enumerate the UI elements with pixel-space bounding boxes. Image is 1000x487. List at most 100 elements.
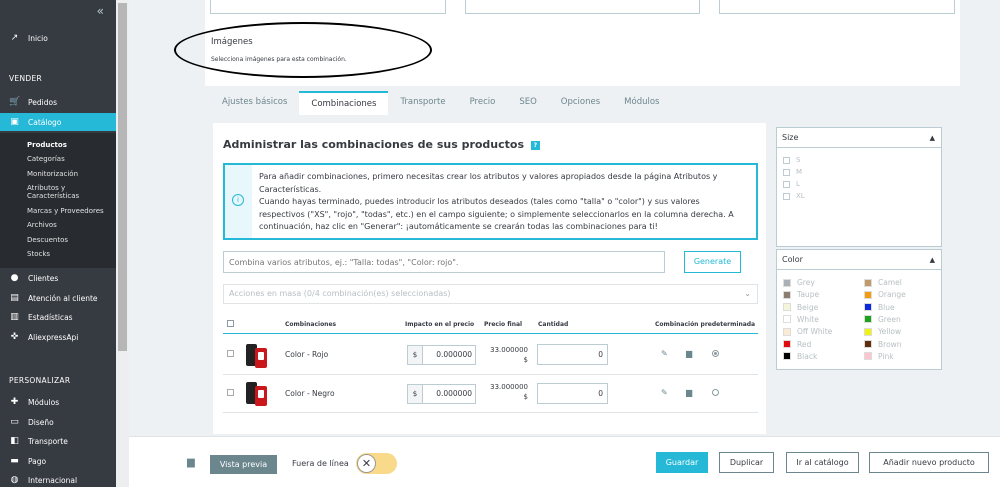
- image-slot[interactable]: [465, 0, 700, 14]
- quantity-input[interactable]: 0: [537, 383, 608, 404]
- scrollbar[interactable]: [116, 0, 129, 487]
- color-option-label: Green: [878, 314, 901, 324]
- color-option-label: Taupe: [797, 290, 820, 300]
- sidebar-item-label: Pago: [28, 456, 47, 466]
- price-impact-input[interactable]: 0.000000: [423, 384, 476, 404]
- scrollbar-thumb[interactable]: [118, 3, 127, 351]
- tab-seo[interactable]: SEO: [507, 91, 548, 115]
- duplicate-button[interactable]: Duplicar: [719, 452, 774, 473]
- color-option[interactable]: Brown: [864, 340, 902, 349]
- sidebar-item-internacional[interactable]: ◍ Internacional: [0, 471, 116, 487]
- color-option[interactable]: Green: [864, 315, 901, 324]
- size-option[interactable]: S: [783, 156, 800, 164]
- submenu-marcas[interactable]: Marcas y Proveedores: [27, 207, 104, 215]
- color-swatch: [783, 290, 791, 299]
- tab-modulos[interactable]: Módulos: [612, 91, 671, 115]
- color-option[interactable]: Orange: [864, 290, 906, 299]
- sidebar-item-catalogo[interactable]: ▣ Catálogo: [0, 113, 116, 131]
- trash-icon[interactable]: ▆: [686, 388, 692, 397]
- online-toggle[interactable]: ✕: [356, 453, 397, 474]
- tab-transporte[interactable]: Transporte: [388, 91, 457, 115]
- color-swatch: [783, 340, 791, 348]
- sidebar-item-inicio[interactable]: ↗ Inicio: [0, 29, 116, 47]
- color-option[interactable]: Off White: [783, 327, 832, 336]
- add-new-product-button[interactable]: Añadir nuevo producto: [869, 452, 989, 473]
- submenu-monitorizacion[interactable]: Monitorización: [27, 170, 78, 178]
- color-option[interactable]: Blue: [864, 303, 895, 312]
- go-to-catalog-button[interactable]: Ir al catálogo: [786, 452, 859, 473]
- submenu-productos[interactable]: Productos: [27, 141, 67, 149]
- color-option[interactable]: Black: [783, 352, 817, 361]
- tab-ajustes-basicos[interactable]: Ajustes básicos: [210, 91, 299, 115]
- color-option-label: White: [797, 314, 819, 324]
- final-price-currency: $: [523, 393, 528, 401]
- sidebar-item-label: Diseño: [28, 417, 54, 427]
- row-checkbox[interactable]: [227, 350, 234, 357]
- color-option[interactable]: Camel: [864, 278, 902, 287]
- color-option[interactable]: Taupe: [783, 290, 819, 299]
- submenu-stocks[interactable]: Stocks: [27, 250, 50, 258]
- size-panel-title: Size: [782, 133, 799, 142]
- preview-button[interactable]: Vista previa: [210, 455, 277, 474]
- sidebar-item-transporte[interactable]: ◧ Transporte: [0, 432, 116, 450]
- bulk-actions-select[interactable]: Acciones en masa (0/4 combinación(es) se…: [223, 284, 758, 304]
- color-option[interactable]: Pink: [864, 352, 894, 361]
- quantity-input[interactable]: 0: [537, 344, 608, 365]
- row-checkbox[interactable]: [227, 389, 234, 396]
- close-icon: ✕: [357, 454, 376, 473]
- default-radio[interactable]: [712, 350, 719, 357]
- color-option[interactable]: Yellow: [864, 327, 901, 336]
- submenu-atributos[interactable]: Atributos y: [27, 184, 65, 192]
- default-radio[interactable]: [712, 389, 719, 396]
- size-panel-header[interactable]: Size ▲: [777, 128, 941, 148]
- delete-product-icon[interactable]: ▆: [187, 457, 195, 468]
- sidebar-item-pago[interactable]: ▬ Pago: [0, 452, 116, 470]
- color-swatch: [864, 327, 872, 336]
- final-price-value: 33.000000: [490, 383, 528, 391]
- edit-icon[interactable]: ✎: [661, 349, 668, 358]
- help-icon[interactable]: ?: [530, 140, 540, 150]
- size-option[interactable]: XL: [783, 192, 805, 200]
- sidebar-item-pedidos[interactable]: 🛒 Pedidos: [0, 93, 116, 111]
- trash-icon[interactable]: ▆: [686, 349, 692, 358]
- submenu-descuentos[interactable]: Descuentos: [27, 236, 68, 244]
- sidebar-item-atencion[interactable]: ▤ Atención al cliente: [0, 289, 116, 307]
- select-all-checkbox[interactable]: [227, 320, 234, 327]
- size-option[interactable]: M: [783, 168, 802, 176]
- color-swatch: [783, 352, 791, 361]
- sidebar-item-clientes[interactable]: ● Clientes: [0, 269, 116, 287]
- size-option[interactable]: L: [783, 180, 800, 188]
- submenu-categorias[interactable]: Categorías: [27, 155, 65, 163]
- color-option[interactable]: Grey: [783, 278, 815, 287]
- image-slot[interactable]: [719, 0, 955, 14]
- attributes-input[interactable]: [223, 251, 665, 273]
- color-option[interactable]: White: [783, 315, 819, 324]
- final-price-currency: $: [523, 356, 528, 364]
- tab-opciones[interactable]: Opciones: [549, 91, 612, 115]
- color-option[interactable]: Red: [783, 340, 811, 349]
- row-divider: [223, 374, 758, 375]
- final-price: 33.000000 $: [486, 382, 528, 402]
- currency-addon: $: [407, 384, 423, 404]
- color-option[interactable]: Beige: [783, 303, 818, 312]
- tab-combinaciones[interactable]: Combinaciones: [299, 91, 389, 115]
- submenu-caracteristicas[interactable]: Características: [27, 192, 79, 200]
- tab-precio[interactable]: Precio: [458, 91, 508, 115]
- collapse-sidebar-icon[interactable]: «: [97, 4, 104, 18]
- col-precio-final: Precio final: [484, 321, 523, 328]
- color-panel-title: Color: [782, 255, 803, 264]
- plugin-icon: ✜: [10, 332, 19, 342]
- sidebar-item-aliexpress[interactable]: ✜ AliexpressApi: [0, 328, 116, 346]
- image-slot[interactable]: [210, 0, 446, 14]
- row-divider: [223, 412, 758, 413]
- color-option-label: Grey: [797, 278, 815, 287]
- edit-icon[interactable]: ✎: [661, 388, 668, 397]
- sidebar-item-diseno[interactable]: ▭ Diseño: [0, 413, 116, 431]
- submenu-archivos[interactable]: Archivos: [27, 221, 57, 229]
- price-impact-input[interactable]: 0.000000: [423, 345, 476, 365]
- sidebar-item-modulos[interactable]: ✚ Módulos: [0, 393, 116, 411]
- generate-button[interactable]: Generate: [684, 251, 741, 273]
- save-button[interactable]: Guardar: [656, 452, 708, 473]
- sidebar-item-estadisticas[interactable]: ▥ Estadísticas: [0, 308, 116, 326]
- color-panel-header[interactable]: Color ▲: [777, 250, 941, 270]
